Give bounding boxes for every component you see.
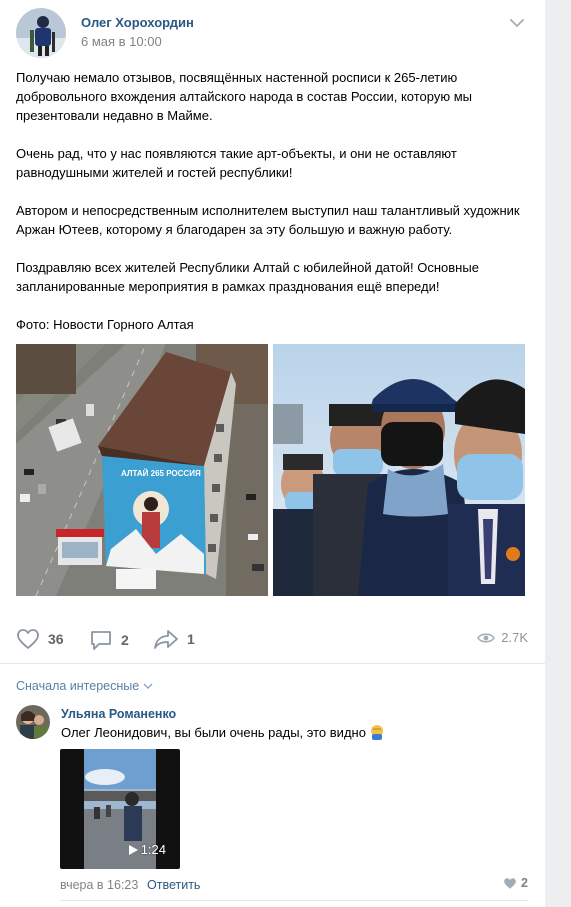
emoji-icon [370,725,383,740]
post-paragraph: Поздравляю всех жителей Республики Алтай… [16,260,479,294]
comment-author-avatar[interactable] [16,705,50,739]
comment-count: 2 [121,632,129,648]
like-button[interactable]: 36 [16,628,64,650]
sort-label: Сначала интересные [16,679,140,693]
comment-like-count: 2 [521,876,528,890]
page-background [545,0,571,907]
post-paragraph: Очень рад, что у нас появляются такие ар… [16,146,457,180]
post-author[interactable]: Олег Хорохордин [81,15,194,30]
views-count: 2.7K [501,630,528,645]
post-text: Получаю немало отзывов, посвящённых наст… [16,68,526,353]
chevron-down-icon[interactable] [507,15,527,31]
comment-author[interactable]: Ульяна Романенко [61,707,176,721]
mural-caption: АЛТАЙ 265 РОССИЯ [121,469,201,478]
post-actions: 36 2 1 2.7K [16,628,528,652]
comment-text: Олег Леонидович, вы были очень рады, это… [61,724,385,740]
comment-text-body: Олег Леонидович, вы были очень рады, это… [61,724,366,740]
photo-people[interactable] [273,344,525,596]
chevron-down-icon [143,683,153,689]
views-counter: 2.7K [477,630,528,645]
comment-like-button[interactable]: 2 [503,876,528,890]
photo-credit: Фото: Новости Горного Алтая [16,317,194,332]
play-icon [128,844,138,855]
comment-date[interactable]: вчера в 16:23 [60,878,138,892]
share-count: 1 [187,631,195,647]
share-icon [154,630,178,649]
video-duration: 1:24 [128,842,166,857]
comment-button[interactable]: 2 [89,628,129,652]
reply-button[interactable]: Ответить [147,878,200,892]
share-button[interactable]: 1 [153,628,195,650]
author-avatar[interactable] [16,8,66,58]
post-paragraph: Получаю немало отзывов, посвящённых наст… [16,70,472,123]
divider [0,663,545,664]
post-paragraph: Автором и непосредственным исполнителем … [16,203,520,237]
comment-video[interactable]: 1:24 [60,749,180,869]
divider [60,900,528,901]
post-card: Олег Хорохордин 6 мая в 10:00 Получаю не… [0,0,545,907]
like-count: 36 [48,631,64,647]
eye-icon [477,633,496,642]
post-date[interactable]: 6 мая в 10:00 [81,34,162,49]
comment-icon [91,631,111,650]
photo-mural[interactable]: АЛТАЙ 265 РОССИЯ [16,344,268,596]
heart-icon [504,877,516,889]
comments-sort-dropdown[interactable]: Сначала интересные [16,679,153,693]
heart-icon [17,629,39,649]
